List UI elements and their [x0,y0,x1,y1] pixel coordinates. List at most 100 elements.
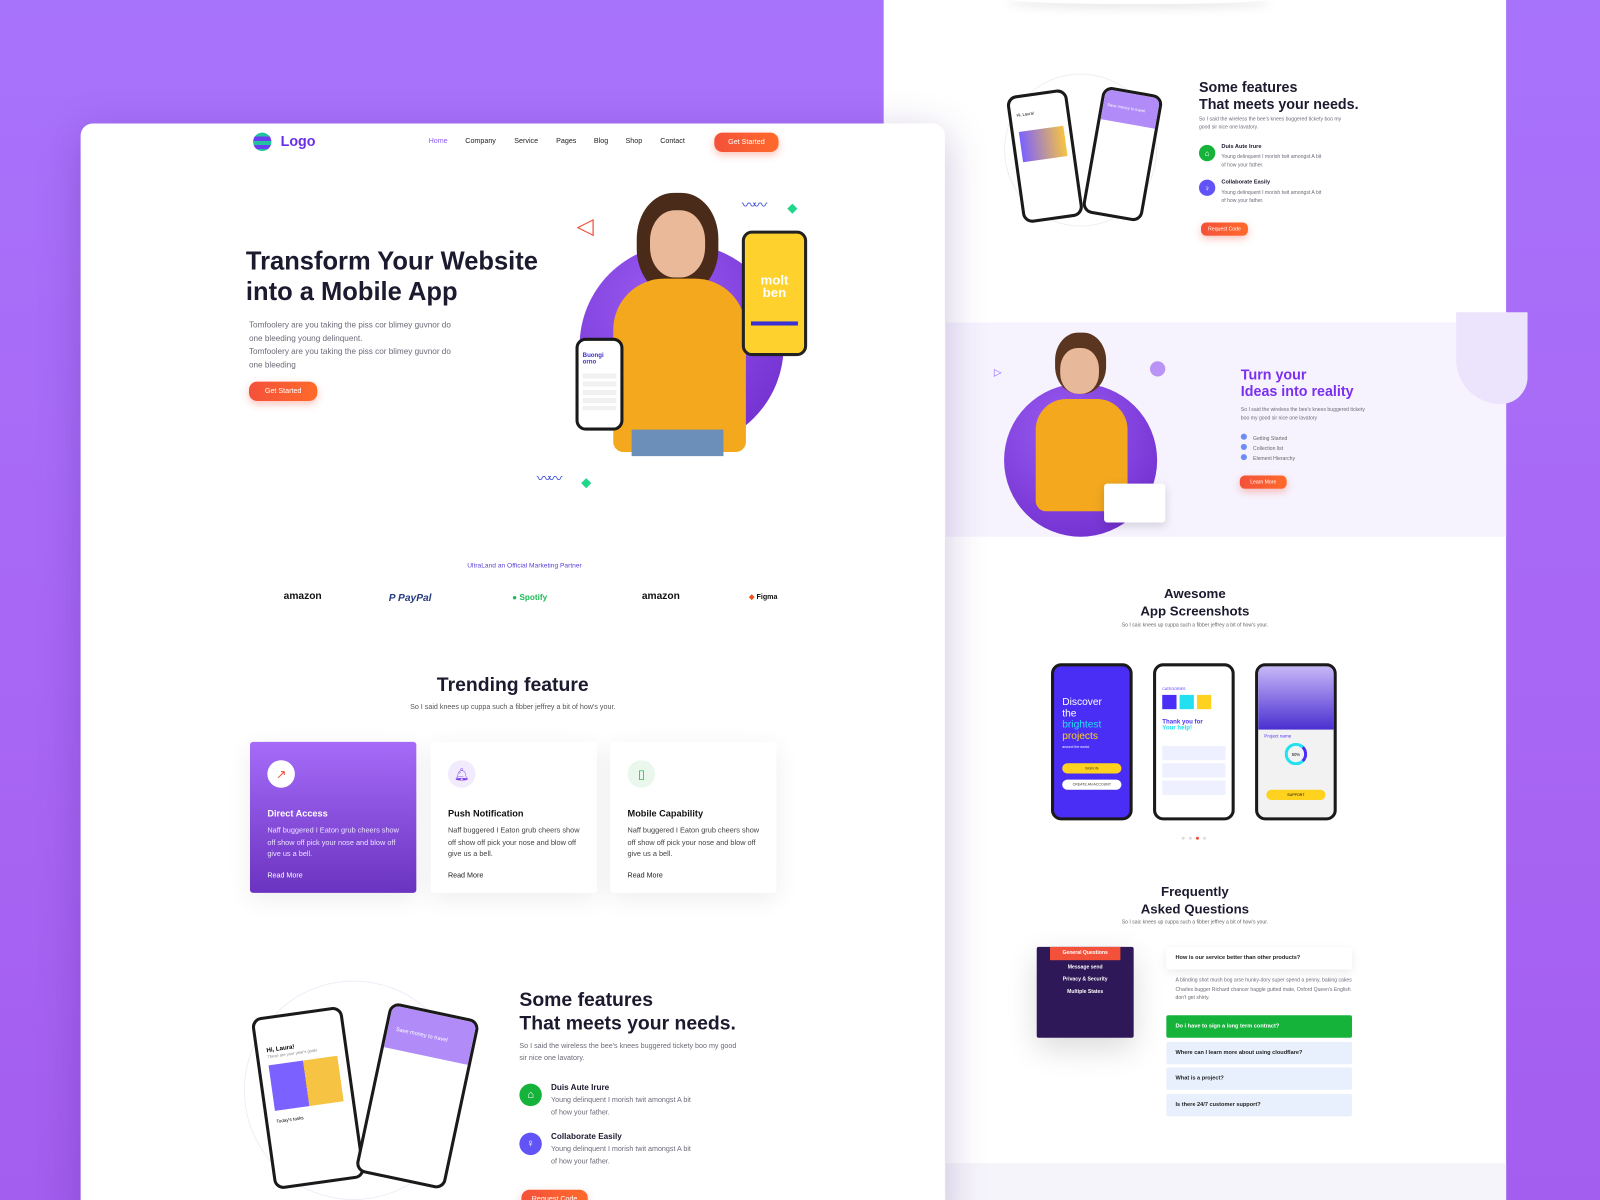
hero-phone-yellow: molt ben [741,230,808,357]
triangle-deco-icon: ◁ [576,213,594,239]
screenshot-project: Project name 50% SUPPORT [1255,663,1337,821]
title-line: Transform Your Website [245,246,538,276]
home-icon: ⌂ [1198,144,1216,162]
dot-deco [1149,361,1166,377]
partners-heading: UltraLand an Official Marketing Partner [467,562,582,570]
nav-contact[interactable]: Contact [660,138,685,145]
text: brightest [1062,719,1102,731]
amazon-logo: amazon [283,590,322,603]
features-title-right: Some features That meets your needs. [1199,79,1359,114]
card-text: Naff buggered I Eaton grub cheers show o… [447,825,580,859]
deco-shape [1456,312,1528,405]
features-text: So I said the wireless the bee's knees b… [519,1042,737,1063]
wave-deco-icon: 〰〰 [536,470,563,487]
mockup-canvas: Hi, Laura! Save money to travel Some fea… [0,0,1600,1200]
phone-chart [1018,125,1068,163]
faq-tab-privacy[interactable]: Privacy & Security [1037,977,1134,983]
faq-tab-general[interactable]: General Questions [1049,946,1121,961]
ideas-title: Turn your Ideas into reality [1241,366,1354,399]
feature-card-push[interactable]: 🔔︎ Push Notification Naff buggered I Eat… [430,741,597,893]
logo-icon [253,132,272,152]
list-label: Getting Started [1253,435,1288,442]
feature-title: Collaborate Easily [551,1131,622,1141]
support-button[interactable]: SUPPORT [1266,789,1326,800]
bell-icon: 🔔︎ [447,760,476,788]
title-line: into a Mobile App [245,277,458,307]
title-line: Some features [1198,78,1298,95]
bullet-icon [1240,443,1247,450]
faq-subtitle: So I saic knees up cuppa such a fibber j… [1121,919,1269,926]
create-account-button[interactable]: CREATE AN ACCOUNT [1062,779,1122,790]
nav-service[interactable]: Service [514,138,538,145]
faq-tab-message[interactable]: Message send [1037,964,1134,970]
screenshot-categories: CATEGORIES Thank you for Your help! [1153,663,1235,821]
learn-more-button[interactable]: Learn More [1239,475,1287,489]
text: CATEGORIES [1162,686,1186,691]
title-line: Awesome [1164,585,1226,602]
carousel-dots[interactable] [1181,836,1207,840]
feature-title: Duis Aute Irure [1221,143,1262,150]
title-line: Ideas into reality [1240,382,1354,399]
hero-get-started-button[interactable]: Get Started [248,381,318,402]
faq-question[interactable]: How is our service better than other pro… [1166,946,1353,970]
request-code-button[interactable]: Request Code [1201,222,1248,236]
card-text: Naff buggered I Eaton grub cheers show o… [627,825,760,859]
ideas-section: ▷ Turn your Ideas into reality So I said … [945,312,1528,537]
faq-question[interactable]: Do i have to sign a long term contract? [1166,1015,1353,1038]
nav-company[interactable]: Company [465,138,496,145]
read-more-link[interactable]: Read More [448,872,580,879]
screens-subtitle: So I saic knees up cuppa such a fibber j… [1121,622,1269,629]
nav-pages[interactable]: Pages [556,138,576,145]
hero-text: Tomfoolery are you taking the piss cor b… [248,320,451,343]
ideas-text: So I said the wireless the bee's knees b… [1240,407,1365,422]
amazon-logo: amazon [641,590,680,603]
faq-question[interactable]: What is a project? [1166,1067,1353,1090]
faq-answer: A blinding shot mush bog arse hunky-dory… [1175,977,1352,1002]
title-line: Frequently [1160,883,1229,899]
hero-text: Tomfoolery are you taking the piss cor b… [248,346,451,370]
feature-text: Young delinquent I morish twit amongst A… [1221,189,1322,205]
nav-blog[interactable]: Blog [594,138,608,145]
feature-card-mobile[interactable]: ▯ Mobile Capability Naff buggered I Eato… [610,741,777,893]
read-more-link[interactable]: Read More [628,872,760,879]
footer-strip [945,1163,1507,1200]
diamond-deco-icon [787,203,798,214]
mobile-icon: ▯ [627,760,656,788]
card-title: Direct Access [267,808,328,819]
request-code-button[interactable]: Request Code [521,1189,588,1200]
bullet-icon [1240,433,1247,440]
faq-question[interactable]: Where can I learn more about using cloud… [1166,1041,1353,1065]
feature-card-direct-access[interactable]: ↗ Direct Access Naff buggered I Eaton gr… [249,741,417,893]
features-title: Some features That meets your needs. [519,989,736,1036]
title-line: App Screenshots [1140,603,1250,619]
feature-text: Young delinquent I morish twit amongst A… [1221,154,1322,169]
triangle-deco-icon: ▷ [993,367,1002,379]
list-item: Getting Started [1240,433,1295,444]
card-text: Naff buggered I Eaton grub cheers show o… [267,825,399,859]
feature-text: Young delinquent I morish twit amongst A… [551,1145,691,1166]
figma-logo: ◆ Figma [748,593,778,602]
list-item: Collection list [1240,443,1295,454]
lightbulb-icon: ♀ [519,1132,542,1156]
nav-get-started-button[interactable]: Get Started [714,132,779,153]
feature-title: Duis Aute Irure [551,1082,610,1092]
phone-text: Buongi orno [582,353,604,366]
card-title: Push Notification [447,808,524,819]
logo-text[interactable]: Logo [281,133,316,149]
nav-home[interactable]: Home [429,138,448,145]
hero-phone-small: Buongi orno [575,337,624,431]
wave-deco-icon: 〰〰 [741,196,768,214]
nav-shop[interactable]: Shop [626,138,643,145]
read-more-link[interactable]: Read More [267,872,399,879]
diamond-deco-icon [581,478,592,489]
phone-banner: Save money to travel [1100,89,1161,129]
sign-in-button[interactable]: SIGN IN [1062,763,1122,774]
home-icon: ⌂ [519,1083,542,1107]
person-jeans [631,429,724,457]
phone-text: molt ben [760,272,789,300]
faq-question[interactable]: Is there 24/7 customer support? [1166,1093,1353,1117]
faq-tab-states[interactable]: Multiple States [1037,989,1134,995]
logo-text: Figma [756,593,778,602]
feature-title: Collaborate Easily [1221,179,1271,186]
faq-tabs: General Questions Message send Privacy &… [1036,946,1134,1038]
